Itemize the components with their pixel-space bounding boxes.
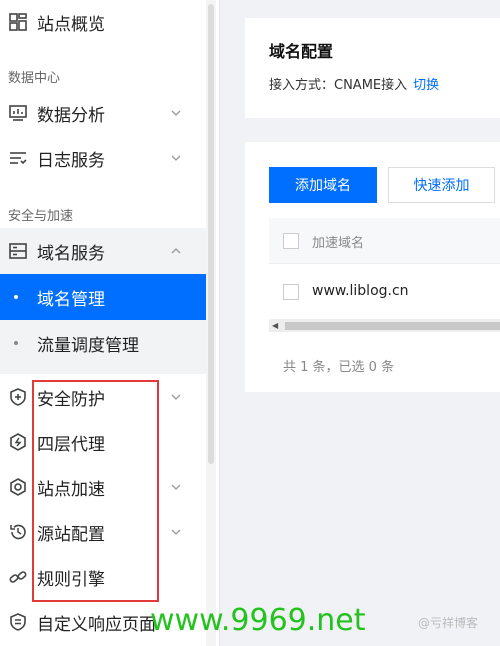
- group-title-security-acceleration: 安全与加速: [8, 209, 74, 224]
- select-all-checkbox[interactable]: [283, 233, 299, 249]
- chevron-up-icon: [170, 245, 182, 257]
- sidebar-subitem-label: 流量调度管理: [37, 335, 139, 356]
- chevron-down-icon: [170, 481, 182, 493]
- eye-icon: [8, 477, 28, 497]
- server-icon: [8, 241, 28, 261]
- page-title: 域名配置: [269, 42, 334, 61]
- sidebar-subitem-label: 域名管理: [37, 289, 105, 310]
- watermark-url: www.9969.net: [150, 603, 366, 638]
- chevron-down-icon: [170, 526, 182, 538]
- group-title-data-center: 数据中心: [8, 71, 61, 86]
- quick-add-button[interactable]: 快速添加: [388, 167, 495, 203]
- access-method-label: 接入方式：CNAME接入: [269, 78, 408, 93]
- list-icon: [8, 148, 28, 168]
- add-domain-button[interactable]: 添加域名: [269, 167, 377, 203]
- domain-config-card: 域名配置 接入方式：CNAME接入 切换: [245, 18, 500, 118]
- table-horizontal-scrollbar[interactable]: ◀: [269, 320, 500, 332]
- bullet-icon: [14, 295, 18, 299]
- sidebar-item-label: 域名服务: [37, 243, 105, 264]
- sidebar-item-data-analysis[interactable]: 数据分析: [0, 91, 206, 135]
- bullet-icon: [14, 341, 18, 345]
- sidebar-item-site-overview[interactable]: 站点概览: [0, 0, 206, 44]
- domain-list-card: 添加域名 快速添加 加速域名 www.liblog.cn ◀ 共 1 条，已选 …: [245, 142, 500, 392]
- sidebar-item-label: 自定义响应页面: [37, 614, 156, 635]
- table-header: 加速域名: [269, 218, 500, 264]
- chevron-down-icon: [170, 107, 182, 119]
- monitor-chart-icon: [8, 103, 28, 123]
- link-icon: [8, 567, 28, 587]
- table-scroll-thumb[interactable]: [285, 322, 500, 330]
- sidebar-subitem-domain-management[interactable]: 域名管理: [0, 274, 206, 320]
- switch-link[interactable]: 切换: [413, 78, 439, 93]
- shield-plus-icon: [8, 387, 28, 407]
- sidebar-subitem-traffic-scheduling[interactable]: 流量调度管理: [0, 320, 206, 366]
- sidebar: 站点概览 数据中心 数据分析 日志服务 安全与加速 域名管理 流量调度管理 域名…: [0, 0, 220, 646]
- highlight-annotation-box: [32, 380, 159, 602]
- scroll-left-icon[interactable]: ◀: [272, 321, 278, 330]
- sidebar-item-domain-service[interactable]: 域名服务: [0, 229, 206, 273]
- table-row[interactable]: www.liblog.cn: [269, 264, 500, 320]
- column-header-domain: 加速域名: [312, 236, 365, 251]
- chevron-down-icon: [170, 152, 182, 164]
- pagination-summary: 共 1 条，已选 0 条: [283, 360, 395, 375]
- chevron-down-icon: [170, 391, 182, 403]
- grid-icon: [8, 12, 28, 32]
- sidebar-item-label: 数据分析: [37, 105, 105, 126]
- sidebar-item-log-service[interactable]: 日志服务: [0, 136, 206, 180]
- sidebar-item-label: 日志服务: [37, 150, 105, 171]
- domain-cell: www.liblog.cn: [312, 283, 409, 299]
- row-checkbox[interactable]: [283, 284, 299, 300]
- sidebar-scroll-thumb[interactable]: [208, 4, 214, 464]
- sidebar-item-label: 站点概览: [37, 14, 105, 35]
- hexagon-icon: [8, 432, 28, 452]
- history-icon: [8, 522, 28, 542]
- access-method: 接入方式：CNAME接入 切换: [269, 74, 439, 93]
- shield-list-icon: [8, 612, 28, 632]
- watermark-brand: @亏祥博客: [418, 616, 479, 630]
